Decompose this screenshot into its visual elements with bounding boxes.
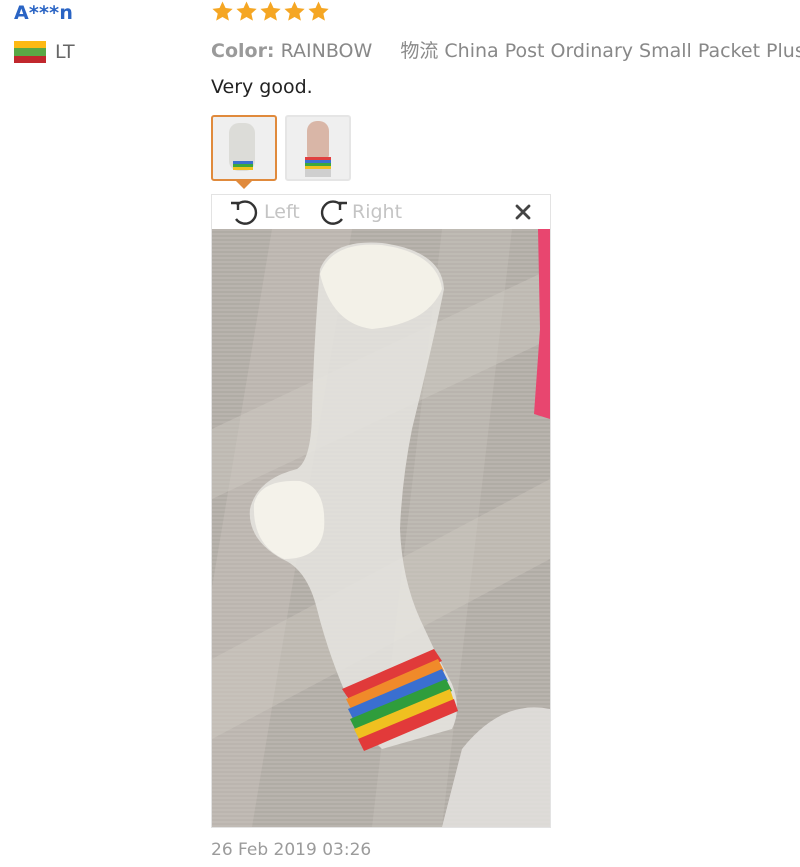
review-item: A***n LT Color: RAINBOW 物流 China Post Or… [0,0,800,867]
rotate-right-label: Right [352,201,403,223]
thumbnail-2[interactable] [285,115,351,181]
logistics-label: 物流 [400,40,439,62]
color-label: Color: [211,40,275,62]
lithuania-flag-icon [14,41,46,63]
rotate-left-button[interactable]: Left [228,197,300,227]
star-icon [259,0,282,23]
close-icon [514,203,532,221]
reviewer-name: A***n [14,2,74,24]
viewer-toolbar: Left Right [212,195,550,229]
hand-thumbnail-image [307,121,329,159]
review-meta: Color: RAINBOW 物流 China Post Ordinary Sm… [211,36,800,63]
review-photo [212,229,550,827]
country-code: LT [55,41,75,63]
star-icon [307,0,330,23]
review-text: Very good. [211,76,313,98]
image-viewer: Left Right [211,194,551,828]
star-icon [235,0,258,23]
rotate-right-icon [316,197,350,227]
review-thumbnails [211,115,351,181]
color-value: RAINBOW [280,40,373,62]
star-rating [211,0,330,23]
thumbnail-1[interactable] [211,115,277,181]
review-date: 26 Feb 2019 03:26 [211,840,372,860]
logistics-value: China Post Ordinary Small Packet Plus [444,40,800,62]
star-icon [211,0,234,23]
rotate-left-icon [228,197,262,227]
active-thumbnail-pointer [236,181,252,189]
reviewer-country: LT [14,41,75,63]
star-icon [283,0,306,23]
close-viewer-button[interactable] [514,203,532,221]
rotate-left-label: Left [264,201,300,223]
rotate-right-button[interactable]: Right [316,197,402,227]
